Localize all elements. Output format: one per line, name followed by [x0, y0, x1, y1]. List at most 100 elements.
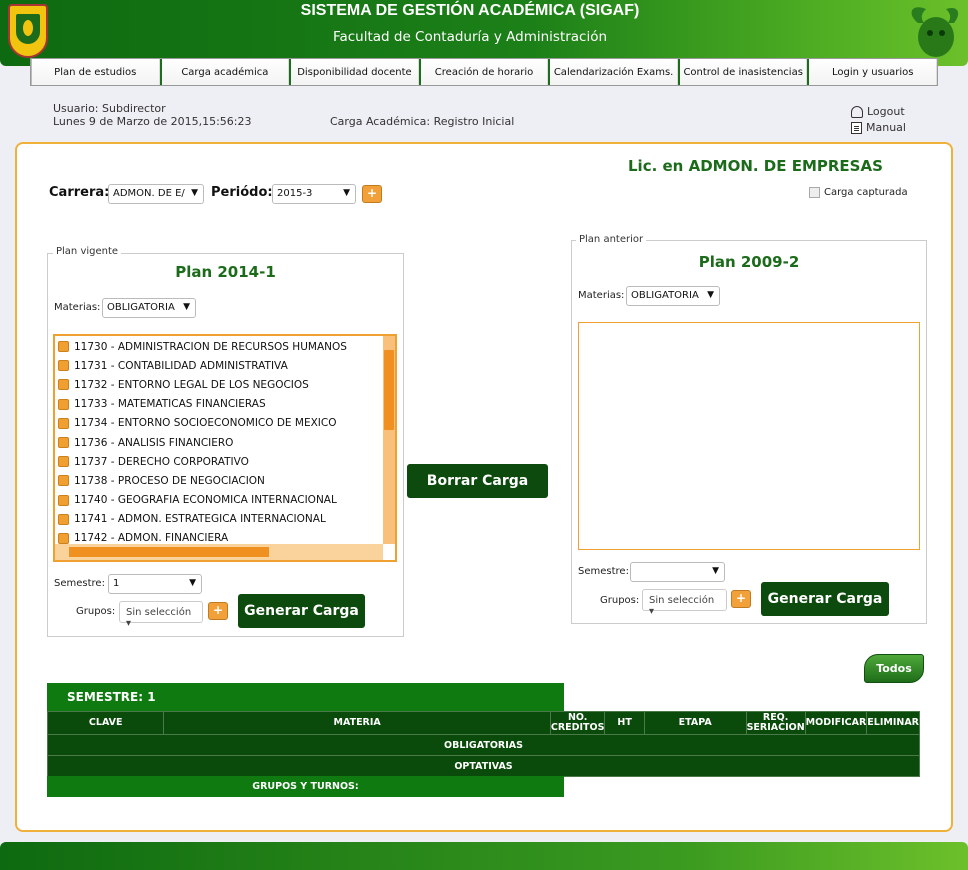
- grupos-dropdown-vigente[interactable]: Sin selección ▾: [119, 601, 203, 629]
- subject-icon: [58, 360, 69, 372]
- borrar-carga-button[interactable]: Borrar Carga: [407, 464, 548, 498]
- document-icon: [851, 122, 862, 134]
- semestre-select-anterior[interactable]: ▼: [630, 562, 725, 582]
- subject-icon: [58, 417, 69, 429]
- obligatorias-row: OBLIGATORIAS: [47, 734, 920, 756]
- app-title: SISTEMA DE GESTIÓN ACADÉMICA (SIGAF): [300, 2, 640, 19]
- carrera-select[interactable]: ADMON. DE E/▼: [108, 184, 204, 204]
- plan-anterior-legend: Plan anterior: [576, 234, 647, 245]
- semestre-label: Semestre:: [54, 578, 105, 589]
- carga-table: CLAVE MATERIA NO. CREDITOS HT ETAPA REQ.…: [46, 711, 920, 777]
- chevron-down-icon: ▼: [189, 578, 196, 588]
- horizontal-scrollbar[interactable]: [55, 544, 383, 560]
- list-item[interactable]: 11730 - ADMINISTRACION DE RECURSOS HUMAN…: [55, 337, 395, 356]
- chevron-down-icon: ▼: [343, 188, 350, 198]
- subject-icon: [58, 475, 69, 487]
- list-item[interactable]: 11734 - ENTORNO SOCIOECONOMICO DE MEXICO: [55, 414, 395, 433]
- list-item[interactable]: 11738 - PROCESO DE NEGOCIACION: [55, 471, 395, 490]
- todos-button[interactable]: Todos: [864, 654, 924, 683]
- semestre-select-vigente[interactable]: 1 ▼: [108, 574, 202, 594]
- grupos-label: Grupos:: [76, 606, 116, 617]
- grupos-label: Grupos:: [600, 595, 640, 606]
- user-links: Logout Manual: [851, 104, 906, 136]
- subject-icon: [58, 456, 69, 468]
- subject-icon: [58, 437, 69, 449]
- add-grupo-button[interactable]: +: [208, 602, 228, 620]
- list-item[interactable]: 11732 - ENTORNO LEGAL DE LOS NEGOCIOS: [55, 375, 395, 394]
- manual-link[interactable]: Manual: [851, 120, 906, 136]
- datetime-label: Lunes 9 de Marzo de 2015,15:56:23: [53, 115, 252, 128]
- col-creditos: NO. CREDITOS: [549, 711, 606, 735]
- vertical-scrollbar[interactable]: [383, 336, 395, 544]
- col-ht: HT: [604, 711, 645, 735]
- subject-icon: [58, 398, 69, 410]
- grupos-turnos-row: GRUPOS Y TURNOS:: [47, 776, 564, 797]
- materias-listbox[interactable]: 11730 - ADMINISTRACION DE RECURSOS HUMAN…: [53, 334, 397, 562]
- mascot-icon: [911, 7, 959, 57]
- app-footer: [0, 842, 968, 870]
- grupos-dropdown-anterior[interactable]: Sin selección ▾: [642, 589, 727, 617]
- app-header: SISTEMA DE GESTIÓN ACADÉMICA (SIGAF) Fac…: [0, 0, 968, 66]
- materias-label: Materias:: [54, 302, 101, 313]
- list-item[interactable]: 11733 - MATEMATICAS FINANCIERAS: [55, 395, 395, 414]
- semestre-header: SEMESTRE: 1: [47, 683, 564, 711]
- list-item[interactable]: 11736 - ANALISIS FINANCIERO: [55, 433, 395, 452]
- list-item[interactable]: 11740 - GEOGRAFIA ECONOMICA INTERNACIONA…: [55, 491, 395, 510]
- subject-icon: [58, 379, 69, 391]
- nav-login-usuarios[interactable]: Login y usuarios: [807, 59, 938, 85]
- chevron-down-icon: ▼: [191, 188, 198, 198]
- nav-control-inasistencias[interactable]: Control de inasistencias: [677, 59, 808, 85]
- generar-carga-button[interactable]: Generar Carga: [761, 582, 889, 616]
- nav-disponibilidad-docente[interactable]: Disponibilidad docente: [289, 59, 419, 85]
- list-item[interactable]: 11741 - ADMON. ESTRATEGICA INTERNACIONAL: [55, 510, 395, 529]
- chevron-down-icon: ▼: [712, 566, 719, 576]
- subject-icon: [58, 513, 69, 525]
- materias-select-anterior[interactable]: OBLIGATORIA ▼: [626, 286, 720, 306]
- nav-calendarizacion-exams[interactable]: Calendarización Exams.: [548, 59, 678, 85]
- caret-down-icon: ▾: [649, 606, 655, 617]
- carrera-label: Carrera:: [49, 185, 110, 200]
- carga-capturada: Carga capturada: [809, 187, 908, 198]
- chevron-down-icon: ▼: [707, 290, 714, 300]
- scroll-thumb[interactable]: [384, 350, 394, 430]
- plan-anterior-title: Plan 2009-2: [698, 253, 800, 271]
- col-etapa: ETAPA: [643, 711, 747, 735]
- col-req-seriacion: REQ. SERIACION: [745, 711, 806, 735]
- carga-status: Carga Académica: Registro Inicial: [330, 115, 515, 128]
- user-label: Usuario: Subdirector: [53, 102, 166, 115]
- list-item[interactable]: 11731 - CONTABILIDAD ADMINISTRATIVA: [55, 356, 395, 375]
- logout-link[interactable]: Logout: [851, 104, 906, 120]
- col-clave: CLAVE: [46, 711, 165, 735]
- optativas-row: OPTATIVAS: [47, 755, 920, 777]
- semestre-label: Semestre:: [578, 566, 629, 577]
- periodo-select[interactable]: 2015-3 ▼: [272, 184, 356, 204]
- list-item[interactable]: 11737 - DERECHO CORPORATIVO: [55, 452, 395, 471]
- add-periodo-button[interactable]: +: [362, 185, 382, 203]
- subject-icon: [58, 494, 69, 506]
- caret-down-icon: ▾: [126, 618, 132, 629]
- generar-carga-button[interactable]: Generar Carga: [238, 594, 365, 628]
- nav-plan-estudios[interactable]: Plan de estudios: [31, 59, 160, 85]
- col-eliminar: ELIMINAR: [866, 711, 920, 735]
- nav-creacion-horario[interactable]: Creación de horario: [418, 59, 549, 85]
- subject-icon: [58, 532, 69, 544]
- materias-listbox-anterior[interactable]: [578, 322, 920, 550]
- main-nav: Plan de estudios Carga académica Disponi…: [30, 58, 938, 86]
- col-modificar: MODIFICAR: [804, 711, 868, 735]
- materias-label: Materias:: [578, 290, 625, 301]
- materias-select-vigente[interactable]: OBLIGATORIA ▼: [102, 298, 196, 318]
- career-title: Lic. en ADMON. DE EMPRESAS: [628, 157, 883, 175]
- scroll-thumb[interactable]: [69, 547, 269, 557]
- session-info: Usuario: Subdirector Lunes 9 de Marzo de…: [53, 102, 252, 128]
- user-icon: [851, 106, 863, 118]
- subject-icon: [58, 341, 69, 353]
- carga-capturada-checkbox[interactable]: [809, 187, 820, 198]
- plan-vigente-title: Plan 2014-1: [175, 263, 276, 281]
- app-subtitle: Facultad de Contaduría y Administración: [332, 29, 608, 45]
- col-materia: MATERIA: [163, 711, 551, 735]
- add-grupo-button[interactable]: +: [731, 590, 751, 608]
- chevron-down-icon: ▼: [183, 302, 190, 312]
- nav-carga-academica[interactable]: Carga académica: [159, 59, 290, 85]
- plan-vigente-legend: Plan vigente: [53, 246, 122, 257]
- periodo-label: Periódo:: [211, 185, 273, 200]
